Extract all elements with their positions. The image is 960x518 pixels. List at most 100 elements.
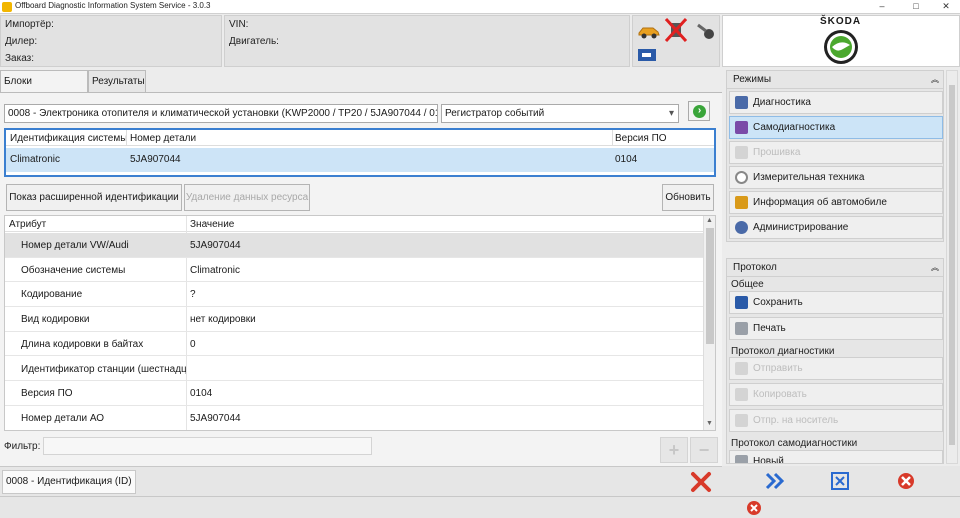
mode-vehicle-info[interactable]: Информация об автомобиле bbox=[729, 191, 943, 214]
send-protocol-button[interactable]: Отправить bbox=[729, 357, 943, 380]
tab-results[interactable]: Результаты bbox=[88, 70, 146, 92]
table-row[interactable]: Версия ПО 0104 bbox=[5, 381, 703, 406]
save-label: Сохранить bbox=[753, 297, 803, 308]
mode-administration[interactable]: Администрирование bbox=[729, 216, 943, 239]
send-to-media-button[interactable]: Отпр. на носитель bbox=[729, 409, 943, 432]
media-icon bbox=[735, 414, 748, 427]
chevron-down-icon: ▾ bbox=[668, 108, 674, 119]
forward-icon[interactable] bbox=[764, 471, 786, 491]
mode-label: Диагностика bbox=[753, 97, 811, 108]
save-protocol-button[interactable]: Сохранить bbox=[729, 291, 943, 314]
filter-label: Фильтр: bbox=[4, 441, 41, 452]
close-window-button[interactable]: ✕ bbox=[932, 0, 960, 14]
attribute-cell: Версия ПО bbox=[21, 388, 73, 400]
collapse-icon[interactable]: ︽ bbox=[931, 71, 939, 89]
filter-input[interactable] bbox=[43, 437, 372, 455]
brand-panel: ŠKODA bbox=[722, 15, 960, 67]
go-button[interactable]: › bbox=[688, 101, 710, 121]
identification-table-header: Идентификация системы Номер детали Верси… bbox=[6, 130, 714, 146]
event-recorder-select[interactable]: Регистратор событий ▾ bbox=[441, 104, 679, 123]
identification-table: Идентификация системы Номер детали Верси… bbox=[4, 128, 716, 177]
print-icon bbox=[735, 322, 748, 335]
window-title: Offboard Diagnostic Information System S… bbox=[15, 1, 211, 10]
attribute-table-scrollbar[interactable]: ▲ ▼ bbox=[703, 216, 715, 430]
mode-label: Администрирование bbox=[753, 222, 849, 233]
mode-diagnostics[interactable]: Диагностика bbox=[729, 91, 943, 114]
modes-header[interactable]: Режимы ︽ bbox=[727, 71, 943, 89]
minimize-button[interactable]: – bbox=[868, 0, 896, 14]
modes-title: Режимы bbox=[733, 74, 772, 85]
value-cell: Climatronic bbox=[190, 264, 241, 276]
system-id-cell: Climatronic bbox=[10, 154, 61, 165]
engine-label: Двигатель: bbox=[229, 36, 279, 47]
scroll-up-icon[interactable]: ▲ bbox=[706, 217, 713, 224]
key-icon bbox=[697, 23, 714, 39]
usb-icon bbox=[638, 49, 656, 61]
value-cell: 5JA907044 bbox=[190, 240, 241, 251]
scroll-down-icon[interactable]: ▼ bbox=[706, 420, 713, 427]
bottom-bar bbox=[0, 496, 960, 518]
collapse-icon[interactable]: ︽ bbox=[931, 259, 939, 277]
fit-screen-icon[interactable] bbox=[829, 471, 851, 491]
self-diagnosis-icon bbox=[735, 121, 748, 134]
cancel-icon[interactable] bbox=[895, 471, 917, 491]
event-recorder-value: Регистратор событий bbox=[445, 108, 545, 119]
new-document-icon bbox=[735, 455, 748, 463]
vehicle-info-panel: VIN: Двигатель: bbox=[224, 15, 630, 67]
copy-icon bbox=[735, 388, 748, 401]
protocol-header[interactable]: Протокол ︽ bbox=[727, 259, 943, 277]
no-connection-icon bbox=[665, 18, 687, 42]
table-row[interactable]: Номер детали VW/Audi 5JA907044 bbox=[5, 233, 703, 258]
sidebar-scrollbar[interactable] bbox=[946, 70, 958, 464]
scrollbar-thumb[interactable] bbox=[949, 85, 955, 445]
header-part-number: Номер детали bbox=[130, 133, 197, 144]
table-row[interactable]: Номер детали АО 5JA907044 bbox=[5, 406, 703, 430]
new-protocol-button[interactable]: Новый bbox=[729, 450, 943, 463]
table-row[interactable]: Длина кодировки в байтах 0 bbox=[5, 332, 703, 357]
stethoscope-icon bbox=[735, 96, 748, 109]
mode-self-diagnosis[interactable]: Самодиагностика bbox=[729, 116, 943, 139]
info-books-icon bbox=[735, 196, 748, 209]
send-icon bbox=[735, 362, 748, 375]
header-attribute: Атрибут bbox=[9, 219, 47, 230]
refresh-button[interactable]: Обновить bbox=[662, 184, 714, 211]
diagnostic-protocol-title: Протокол диагностики bbox=[731, 346, 835, 357]
cancel-tool-icon[interactable] bbox=[690, 471, 712, 493]
header-software-version: Версия ПО bbox=[615, 133, 667, 144]
copy-label: Копировать bbox=[753, 389, 807, 400]
attribute-cell: Номер детали VW/Audi bbox=[21, 240, 129, 251]
remove-filter-button[interactable]: − bbox=[690, 437, 718, 463]
table-row[interactable]: Обозначение системы Climatronic bbox=[5, 258, 703, 283]
value-cell: 0104 bbox=[190, 388, 213, 400]
print-protocol-button[interactable]: Печать bbox=[729, 317, 943, 340]
mode-flashing[interactable]: Прошивка bbox=[729, 141, 943, 164]
mode-label: Прошивка bbox=[753, 147, 801, 158]
gauge-icon bbox=[735, 171, 748, 184]
delete-resource-data-button[interactable]: Удаление данных ресурса bbox=[184, 184, 310, 211]
attribute-cell: Номер детали АО bbox=[21, 412, 105, 424]
copy-protocol-button[interactable]: Копировать bbox=[729, 383, 943, 406]
value-cell: нет кодировки bbox=[190, 314, 256, 326]
mode-measurement[interactable]: Измерительная техника bbox=[729, 166, 943, 189]
add-filter-button[interactable]: + bbox=[660, 437, 688, 463]
arrow-right-icon: › bbox=[693, 105, 706, 118]
table-row[interactable]: Кодирование ? bbox=[5, 282, 703, 308]
admin-gears-icon bbox=[735, 221, 748, 234]
control-unit-select[interactable]: 0008 - Электроника отопителя и климатиче… bbox=[4, 104, 438, 123]
scrollbar-thumb[interactable] bbox=[706, 228, 714, 344]
value-cell: 5JA907044 bbox=[190, 412, 241, 424]
header-value: Значение bbox=[190, 219, 235, 230]
order-label: Заказ: bbox=[5, 53, 35, 64]
save-icon bbox=[735, 296, 748, 309]
maximize-button[interactable]: □ bbox=[902, 0, 930, 14]
general-section-title: Общее bbox=[731, 279, 764, 290]
current-function-tag[interactable]: 0008 - Идентификация (ID) bbox=[2, 470, 136, 494]
error-status-icon[interactable] bbox=[746, 500, 762, 516]
table-row[interactable]: Climatronic 5JA907044 0104 bbox=[6, 148, 714, 172]
self-diagnosis-protocol-title: Протокол самодиагностики bbox=[731, 438, 858, 449]
tab-control-units[interactable]: Блоки управления bbox=[0, 70, 88, 109]
table-row[interactable]: Вид кодировки нет кодировки bbox=[5, 307, 703, 332]
table-row[interactable]: Идентификатор станции (шестнадца bbox=[5, 357, 703, 382]
extended-identification-button[interactable]: Показ расширенной идентификации bbox=[6, 184, 182, 211]
print-label: Печать bbox=[753, 323, 786, 334]
